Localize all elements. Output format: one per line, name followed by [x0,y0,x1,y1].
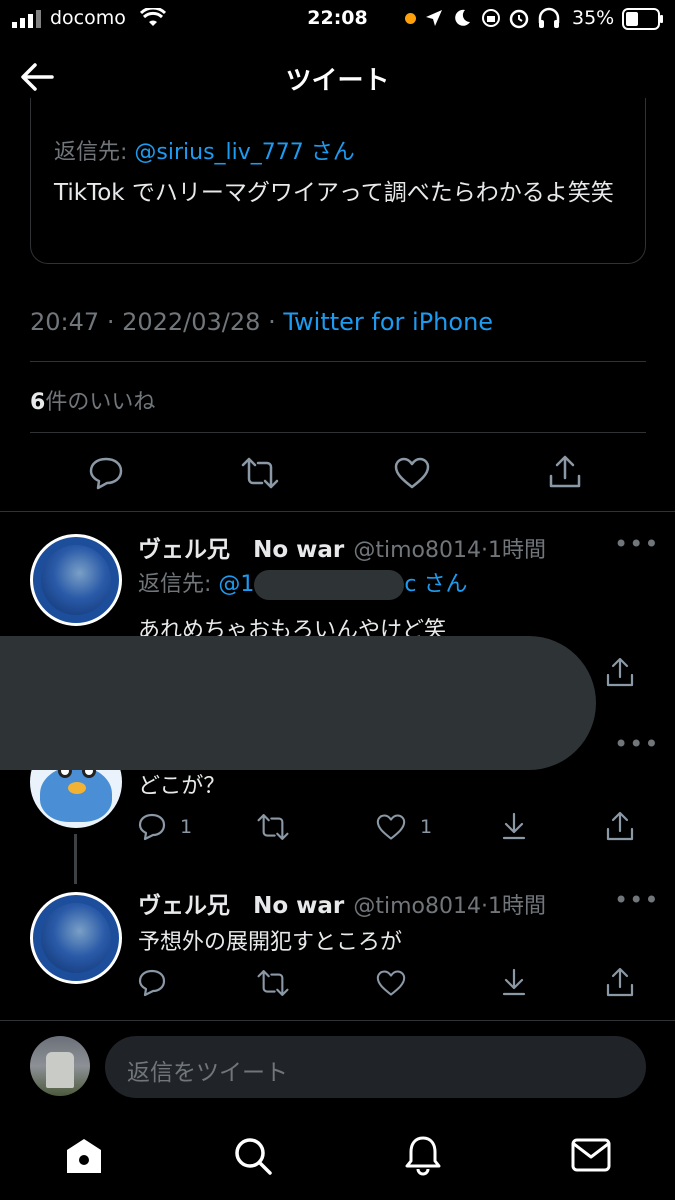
reply-suffix: さん [423,572,468,597]
redaction-overlay [0,636,596,770]
share-icon[interactable] [604,656,636,688]
divider [0,1020,675,1021]
tweet-date: 2022/03/28 [122,308,261,336]
user-handle[interactable]: @timo8014 [353,894,481,919]
rotation-lock-icon [482,9,500,27]
retweet-icon[interactable] [240,456,280,490]
thread-line [74,834,77,884]
quoted-tweet[interactable]: 返信先: @sirius_liv_777 さん TikTok でハリーマグワイア… [30,98,646,264]
download-icon[interactable] [498,810,530,842]
reply-input[interactable]: 返信をツイート [105,1036,646,1098]
location-icon [426,10,442,26]
search-icon[interactable] [233,1136,273,1176]
reply-time: 1時間 [487,894,546,919]
alarm-icon [509,9,529,29]
more-options-icon[interactable]: ••• [614,886,659,914]
reply-header: ヴェル兄 No war @timo8014·1時間 [138,530,546,564]
like-heart-icon[interactable] [393,456,431,490]
reply-to-line: 返信先: @sirius_liv_777 さん [54,134,355,166]
recording-dot-icon [405,13,416,24]
share-icon[interactable] [604,966,636,998]
reply-text: 予想外の展開犯すところが [138,930,403,955]
redaction-mark [254,570,405,600]
moon-icon [455,9,470,26]
display-name-suffix: No war [253,537,345,563]
share-icon[interactable] [604,810,636,842]
reply-prefix: 返信先: [138,572,212,597]
retweet-icon[interactable] [256,968,290,998]
avatar[interactable] [30,534,122,626]
meta-separator: · [106,308,115,336]
reply-icon[interactable] [137,968,167,998]
tweet-meta: 20:47 · 2022/03/28 · Twitter for iPhone [30,308,493,336]
retweet-icon[interactable] [256,812,290,842]
bottom-tab-bar [0,1120,675,1200]
share-icon[interactable] [547,454,583,490]
notifications-bell-icon[interactable] [403,1134,443,1176]
avatar[interactable] [30,892,122,984]
tweet-time: 20:47 [30,308,100,336]
reply-input-placeholder: 返信をツイート [127,1060,288,1086]
like-heart-icon[interactable] [375,813,407,841]
handle-separator: · [480,894,488,919]
more-options-icon[interactable]: ••• [614,730,659,758]
like-count: 1 [420,816,433,838]
more-options-icon[interactable]: ••• [614,530,659,558]
reply-handle-link[interactable]: @sirius_liv_777 [134,140,303,165]
reply-handle-link-end[interactable]: c [404,572,416,597]
reply-time: 1時間 [487,538,546,563]
battery-icon [622,8,663,30]
headphones-icon [538,7,560,28]
download-icon[interactable] [498,966,530,998]
battery-percent: 35% [572,7,615,29]
likes-label: 件のいいね [45,390,156,415]
reply-header: ヴェル兄 No war @timo8014·1時間 [138,886,546,920]
handle-separator: · [480,538,488,563]
reply-handle-link[interactable]: @1 [218,572,254,597]
messages-mail-icon[interactable] [571,1138,611,1172]
quoted-tweet-text: TikTok でハリーマグワイアって調べたらわかるよ笑笑 [54,180,614,206]
reply-icon[interactable] [137,812,167,842]
display-name[interactable]: ヴェル兄 [138,893,230,919]
reply-suffix: さん [310,140,355,165]
divider [30,432,646,433]
reply-count: 1 [180,816,193,838]
page-title: ツイート [285,66,390,96]
home-icon[interactable] [64,1136,104,1176]
status-bar: docomo 22:08 35% [0,0,675,38]
likes-count[interactable]: 6件のいいね [30,384,155,416]
like-heart-icon[interactable] [375,969,407,997]
reply-to-line: 返信先: @1 c さん [138,566,468,600]
display-name-suffix: No war [253,893,345,919]
likes-number: 6 [30,390,46,415]
my-avatar[interactable] [30,1036,90,1096]
tweet-source-link[interactable]: Twitter for iPhone [283,308,493,336]
user-handle[interactable]: @timo8014 [353,538,481,563]
divider [30,361,646,362]
meta-separator: · [268,308,276,336]
reply-text: どこが？ [138,774,226,799]
reply-prefix: 返信先: [54,140,128,165]
divider [0,511,675,512]
display-name[interactable]: ヴェル兄 [138,537,230,563]
reply-icon[interactable] [88,455,124,491]
